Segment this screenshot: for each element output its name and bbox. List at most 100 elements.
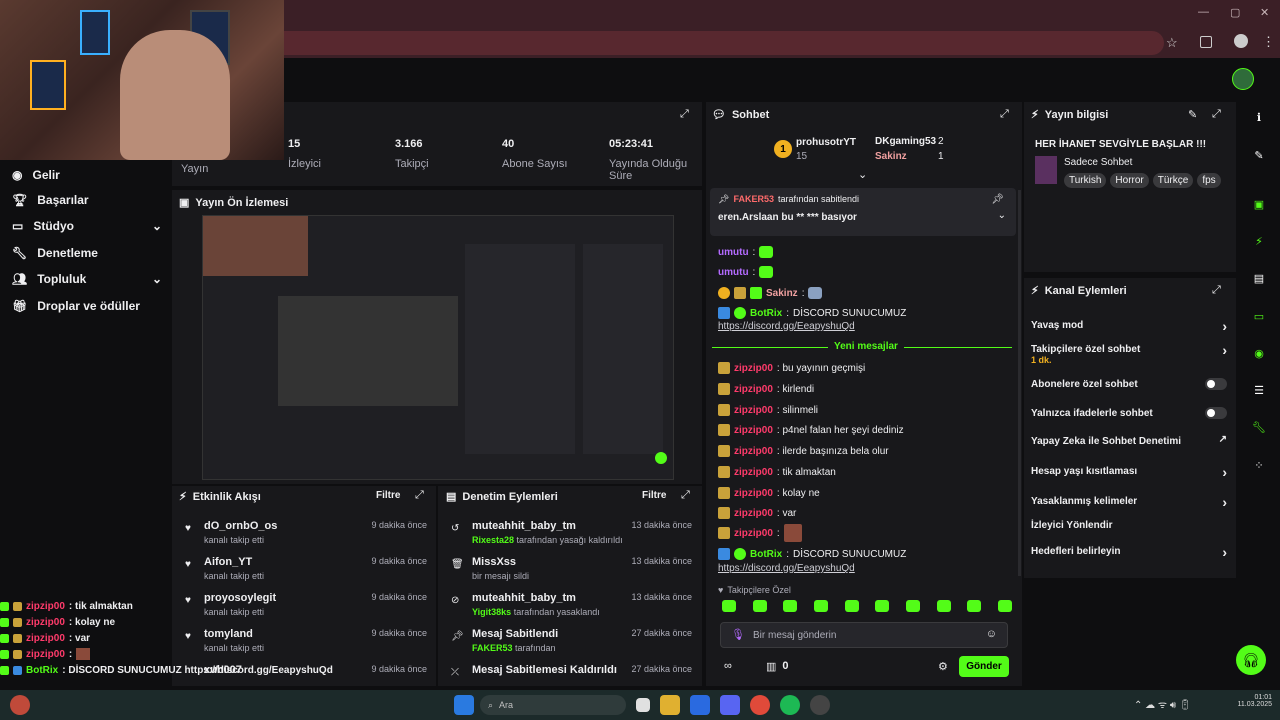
sidebar-item-achievements[interactable]: 🏆︎ Başarılar (12, 190, 89, 210)
expand-icon[interactable]: ⤢ (680, 108, 689, 121)
chat-username[interactable]: zipzip00 (734, 384, 773, 395)
collapse-icon[interactable]: ⌄ (858, 168, 867, 181)
translate-icon[interactable] (1200, 36, 1212, 48)
moderation-filter-button[interactable]: Filtre (642, 490, 666, 501)
menu-dots-icon[interactable]: ⋮ (1262, 34, 1275, 50)
chat-message[interactable]: Sakinz: (718, 285, 823, 301)
expand-icon[interactable]: ⤢ (1000, 108, 1009, 121)
chrome-icon[interactable] (750, 695, 770, 715)
profile-icon[interactable] (1234, 34, 1248, 48)
list-item[interactable]: ↺ muteahhit_baby_tm Rixesta28 tarafından y… (448, 520, 692, 556)
clock[interactable]: 01:01 11.03.2025 (1232, 694, 1272, 708)
chat-message[interactable]: zipzip00: kolay ne (718, 485, 820, 501)
category-name[interactable]: Sadece Sohbet (1064, 157, 1132, 168)
support-button[interactable]: 🎧︎ (1236, 645, 1266, 675)
chat-icon[interactable]: ▭ (1248, 305, 1270, 327)
pencil-icon[interactable]: ✎ (1248, 144, 1270, 166)
action-subscribers-only[interactable]: Abonelere özel sohbet (1031, 378, 1227, 390)
tag[interactable]: Turkish (1064, 173, 1107, 188)
chat-message[interactable]: zipzip00: silinmeli (718, 402, 818, 418)
list-item[interactable]: ⊘ muteahhit_baby_tm Yigit38ks tarafından y… (448, 592, 692, 628)
chat-message[interactable]: zipzip00: p4nel falan her şeyi dediniz (718, 422, 904, 438)
action-account-age[interactable]: Hesap yaşı kısıtlaması › (1031, 464, 1227, 480)
chat-username[interactable]: umutu (718, 247, 749, 258)
chat-username[interactable]: BotRix (750, 308, 782, 319)
tag[interactable]: Türkçe (1152, 173, 1194, 188)
sidebar-item-drops[interactable]: 🎁︎ Droplar ve ödüller (12, 296, 140, 316)
activity-filter-button[interactable]: Filtre (376, 490, 400, 501)
discord-icon[interactable] (720, 695, 740, 715)
maximize-icon[interactable]: ▢ (1230, 6, 1240, 19)
chat-username[interactable]: Sakinz (766, 288, 798, 299)
list-item[interactable]: ⤫ Mesaj Sabitlemesi Kaldırıldı 27 dakika ö… (448, 664, 692, 684)
chat-message[interactable]: zipzip00: (718, 524, 802, 542)
chat-message[interactable]: BotRix: DİSCORD SUNUCUMUZ (718, 305, 906, 321)
wrench-icon[interactable]: 🔧︎ (1248, 416, 1270, 438)
list-item[interactable]: ♥ Aifon_YT kanalı takip etti 9 dakika önce (182, 556, 427, 592)
start-button-icon[interactable] (454, 695, 474, 715)
emote-button[interactable] (875, 600, 890, 612)
chat-input[interactable]: 🎙︎ Bir mesaj gönderin ☺ (720, 622, 1008, 648)
gear-icon[interactable]: ⚙ (938, 660, 948, 673)
chat-message[interactable]: zipzip00: tik almaktan (718, 464, 836, 480)
lightning-icon[interactable]: ⚡︎ (1248, 230, 1270, 252)
chat-username[interactable]: zipzip00 (734, 467, 773, 478)
expand-icon[interactable]: ⤢ (1212, 108, 1221, 121)
sidebar-item-moderation[interactable]: 🔧︎ Denetleme (12, 243, 98, 263)
expand-icon[interactable]: ⤢ (681, 489, 690, 502)
send-button[interactable]: Gönder (959, 656, 1009, 677)
camera-icon[interactable]: ▣ (1248, 193, 1270, 215)
action-raid[interactable]: İzleyici Yönlendir (1031, 520, 1227, 531)
toggle-switch[interactable] (1205, 407, 1227, 419)
top-user-name[interactable]: prohusotrYT (796, 137, 856, 148)
emote-button[interactable] (722, 600, 736, 612)
points-display[interactable]: ▥ 0 (766, 660, 789, 673)
bookmark-star-icon[interactable]: ☆ (1166, 35, 1178, 51)
system-tray-icons[interactable]: ⌃ ☁ ᯤ 🔊︎ 🔋︎ (1134, 697, 1192, 711)
file-explorer-icon[interactable] (660, 695, 680, 715)
pin-toggle-icon[interactable]: 📌︎ (991, 194, 1004, 205)
chat-message[interactable]: BotRix: DİSCORD SUNUCUMUZ (718, 546, 906, 562)
broadcast-icon[interactable]: ◉ (1248, 342, 1270, 364)
expand-icon[interactable]: ⤢ (415, 489, 424, 502)
microphone-icon[interactable]: 🎙︎ (731, 628, 745, 641)
spotify-icon[interactable] (780, 695, 800, 715)
chat-username[interactable]: zipzip00 (734, 405, 773, 416)
chat-message[interactable]: zipzip00: ilerde başınıza bela olur (718, 443, 889, 459)
chat-username[interactable]: zipzip00 (734, 363, 773, 374)
list-item[interactable]: 📌︎ Mesaj Sabitlendi FAKER53 tarafından 27 d… (448, 628, 692, 664)
chat-message[interactable]: umutu: (718, 244, 774, 260)
chat-message[interactable]: zipzip00: kirlendi (718, 381, 814, 397)
url-field[interactable] (284, 31, 1164, 55)
chat-message[interactable]: umutu: (718, 264, 774, 280)
action-followers-only[interactable]: Takipçilere özel sohbet 1 dk. › (1031, 342, 1227, 365)
stream-preview-video[interactable] (202, 215, 674, 480)
action-banned-words[interactable]: Yasaklanmış kelimeler › (1031, 494, 1227, 510)
weather-icon[interactable] (10, 695, 30, 715)
sidebar-item-studio[interactable]: ▭ Stüdyo ⌄ (12, 216, 162, 236)
drag-handle-icon[interactable]: ⁘ (1248, 454, 1270, 476)
close-icon[interactable]: ✕ (1260, 6, 1269, 19)
list-icon[interactable]: ☰ (1248, 379, 1270, 401)
info-icon[interactable]: ℹ (1248, 106, 1270, 128)
chat-message[interactable]: zipzip00: bu yayının geçmişi (718, 360, 865, 376)
discord-link[interactable]: https://discord.gg/EeapyshuQd (718, 563, 855, 574)
chevron-down-icon[interactable]: ⌄ (998, 210, 1006, 221)
emote-button[interactable] (783, 600, 798, 612)
emote-button[interactable] (936, 600, 951, 612)
chat-username[interactable]: zipzip00 (734, 446, 773, 457)
pinned-message[interactable]: 📌︎ FAKER53 tarafından sabitlendi eren.Arsl… (710, 188, 1016, 236)
top-user-name[interactable]: Sakinz (875, 151, 907, 162)
expand-icon[interactable]: ⤢ (1212, 284, 1221, 297)
discord-link[interactable]: https://discord.gg/EeapyshuQd (718, 321, 855, 332)
chat-username[interactable]: BotRix (750, 549, 782, 560)
emoji-icon[interactable]: ☺ (986, 628, 997, 640)
emote-button[interactable] (813, 600, 828, 612)
top-user-name[interactable]: DKgaming53 (875, 136, 936, 147)
toggle-switch[interactable] (1205, 378, 1227, 390)
emote-button[interactable] (752, 600, 767, 612)
action-slow-mode[interactable]: Yavaş mod › (1031, 318, 1227, 334)
chat-username[interactable]: zipzip00 (734, 508, 773, 519)
chat-scrollbar[interactable] (1018, 190, 1021, 576)
sidebar-item-revenue[interactable]: ◉ Gelir (12, 165, 60, 185)
